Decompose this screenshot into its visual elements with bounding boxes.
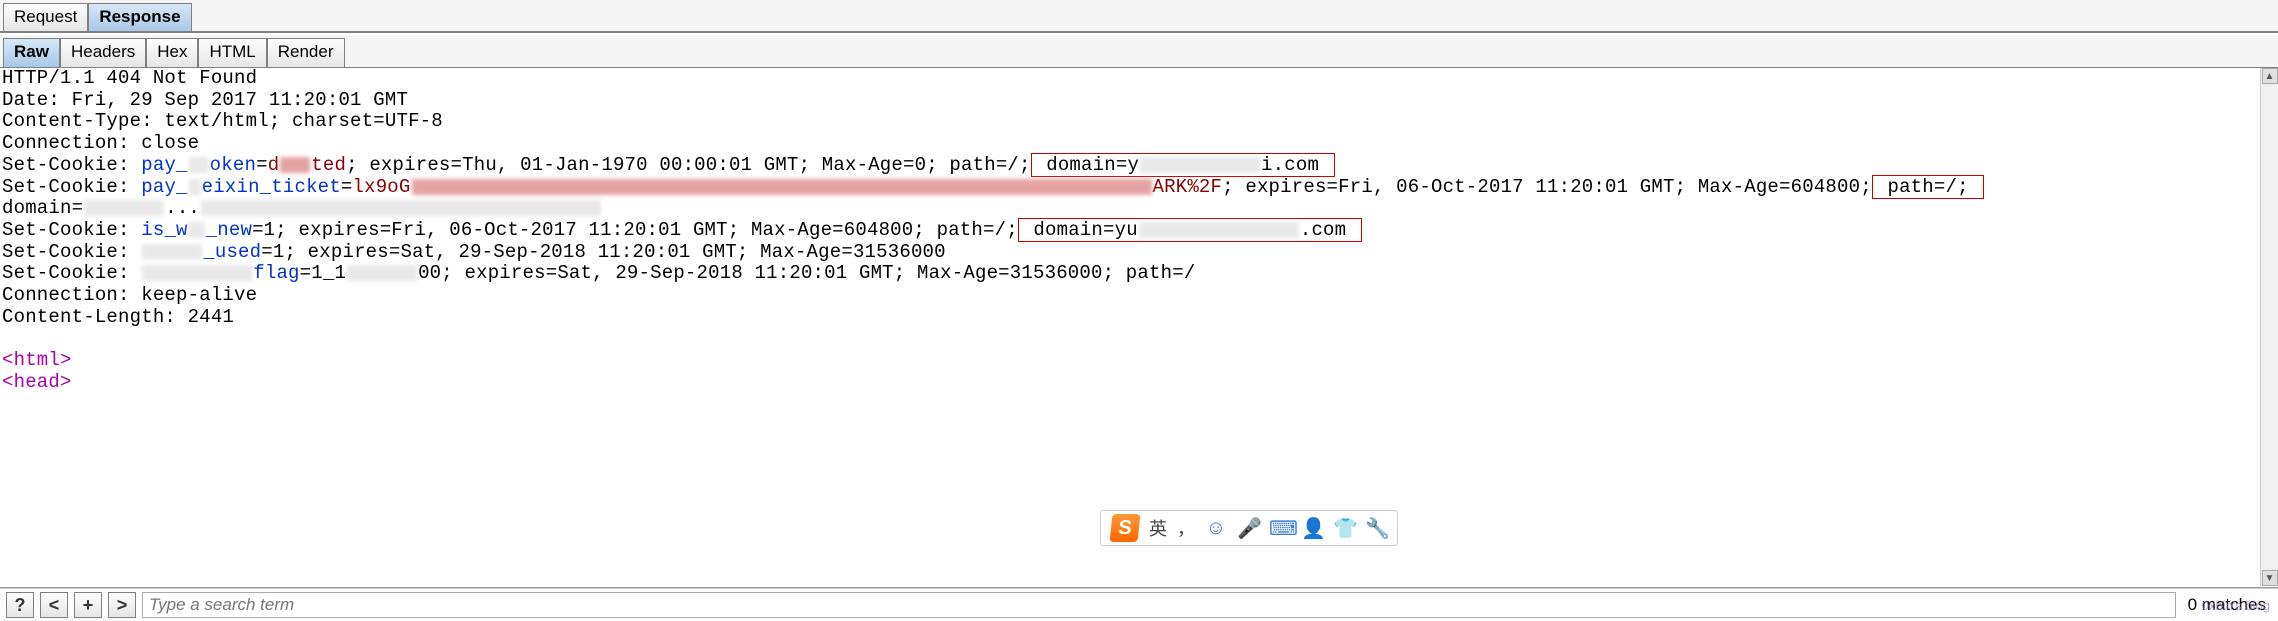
face-icon[interactable]: ☺ [1205,517,1227,540]
set-cookie-3: Set-Cookie: is_w_new=1; expires=Fri, 06-… [2,219,1362,241]
shirt-icon[interactable]: 👕 [1333,516,1355,541]
tab-render[interactable]: Render [267,38,345,67]
wrench-icon[interactable]: 🔧 [1365,516,1387,541]
set-cookie-5: Set-Cookie: flag=1_100; expires=Sat, 29-… [2,262,1195,284]
prev-match-button[interactable]: < [40,592,68,618]
scroll-down-icon[interactable]: ▼ [2262,570,2278,586]
tab-html[interactable]: HTML [198,38,266,67]
tab-hex[interactable]: Hex [146,38,198,67]
set-cookie-2: Set-Cookie: pay_eixin_ticket=lx9oGARK%2F… [2,176,1984,198]
top-tab-bar: Request Response [0,0,2278,33]
scrollbar[interactable]: ▲ ▼ [2260,68,2278,586]
connection-header: Connection: close [2,132,199,154]
set-cookie-4: Set-Cookie: _used=1; expires=Sat, 29-Sep… [2,241,946,263]
html-open-tag: <html> [2,349,72,371]
next-match-button[interactable]: > [108,592,136,618]
tab-headers[interactable]: Headers [60,38,146,67]
mic-icon[interactable]: 🎤 [1237,516,1259,541]
connection-header-2: Connection: keep-alive [2,284,257,306]
search-input[interactable] [142,592,2176,618]
person-icon[interactable]: 👤 [1301,516,1323,541]
tab-response[interactable]: Response [88,3,191,31]
content-length-header: Content-Length: 2441 [2,306,234,328]
set-cookie-1: Set-Cookie: pay_oken=dted; expires=Thu, … [2,154,1335,176]
head-open-tag: <head> [2,371,72,393]
content-type-header: Content-Type: text/html; charset=UTF-8 [2,110,443,132]
tab-request[interactable]: Request [3,3,88,31]
ime-lang[interactable]: 英 [1149,515,1167,541]
ime-toolbar[interactable]: S 英 ， ☺ 🎤 ⌨ 👤 👕 🔧 [1100,510,1398,546]
sub-tab-bar: Raw Headers Hex HTML Render [0,35,2278,68]
sogou-logo-icon[interactable]: S [1110,514,1141,542]
tab-raw[interactable]: Raw [3,38,60,67]
scroll-up-icon[interactable]: ▲ [2262,68,2278,84]
date-header: Date: Fri, 29 Sep 2017 11:20:01 GMT [2,89,408,111]
ime-punct[interactable]: ， [1177,515,1195,541]
watermark: 0xbin's blog [2202,598,2270,613]
help-button[interactable]: ? [6,592,34,618]
add-button[interactable]: + [74,592,102,618]
keyboard-icon[interactable]: ⌨ [1269,516,1291,541]
status-line: HTTP/1.1 404 Not Found [2,68,257,89]
search-bar: ? < + > 0 matches [0,588,2278,621]
set-cookie-2-domain: domain=... [2,197,602,219]
